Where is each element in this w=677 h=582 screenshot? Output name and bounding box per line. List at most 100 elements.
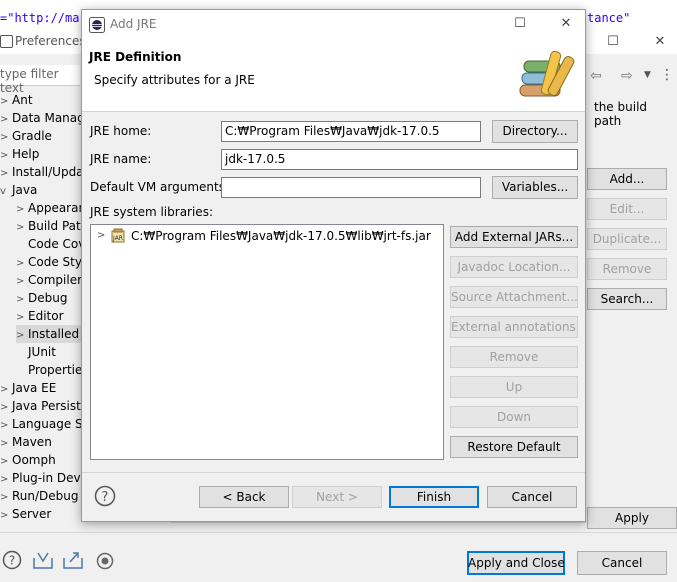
tree-item[interactable]: Code Cov (16, 235, 82, 253)
dialog-footer-divider (82, 472, 585, 473)
library-action-button[interactable]: Remove (450, 346, 578, 368)
tree-item[interactable]: >Language Se (0, 415, 82, 433)
libraries-list[interactable]: > JAR C:₩Program Files₩Java₩jdk-17.0.5₩l… (90, 224, 444, 460)
apply-and-close-button[interactable]: Apply and Close (467, 551, 565, 575)
tree-item-label: Appearan (28, 201, 82, 215)
tree-item[interactable]: > Help (0, 145, 39, 163)
tree-item-label: Properties (28, 363, 82, 377)
tree-item[interactable]: > Code Sty (16, 253, 82, 271)
tree-item[interactable]: > Installed . (16, 325, 82, 343)
library-action-button[interactable]: Up (450, 376, 578, 398)
tree-item[interactable]: > Java EE (0, 379, 56, 397)
tree-item[interactable]: > Plug-in Deve (0, 469, 82, 487)
library-action-button[interactable]: Javadoc Location... (450, 256, 578, 278)
tree-item[interactable]: > Editor (16, 307, 64, 325)
tree-item[interactable]: > Ant (0, 91, 33, 109)
tree-item-label: JUnit (28, 345, 56, 359)
tree-item[interactable]: > Server (0, 505, 51, 521)
tree-item-label: Maven (12, 435, 52, 449)
preferences-app-icon (0, 35, 13, 48)
jre-home-input[interactable]: C:₩Program Files₩Java₩jdk-17.0.5 (221, 121, 481, 142)
finish-button[interactable]: Finish (389, 486, 479, 508)
expand-arrow-icon[interactable]: > (0, 507, 12, 521)
forward-nav-icon[interactable]: ⇨ (621, 68, 633, 84)
expand-arrow-icon[interactable]: > (97, 227, 105, 245)
jre-side-button[interactable]: Search... (587, 288, 667, 310)
library-action-button[interactable]: Restore Default (450, 436, 578, 458)
library-action-button[interactable]: Add External JARs... (450, 226, 578, 248)
svg-text:?: ? (9, 554, 15, 568)
jre-side-button[interactable]: Remove (587, 258, 667, 280)
library-action-button[interactable]: External annotations... (450, 316, 578, 338)
filter-input[interactable]: type filter text (0, 65, 80, 95)
export-icon[interactable] (62, 550, 84, 570)
dialog-close-icon[interactable]: ✕ (556, 16, 576, 32)
variables-button[interactable]: Variables... (492, 176, 578, 199)
tree-item[interactable]: Properties (16, 361, 82, 379)
tree-item[interactable]: > Install/Updat (0, 163, 82, 181)
tree-item-label: Debug (28, 291, 68, 305)
tree-item-label: Language Se (12, 417, 82, 431)
jre-side-button[interactable]: Edit... (587, 198, 667, 220)
tree-item-label: Java Persiste (12, 399, 82, 413)
library-path: C:₩Program Files₩Java₩jdk-17.0.5₩lib₩jrt… (131, 229, 431, 243)
apply-button[interactable]: Apply (587, 507, 677, 529)
svg-text:?: ? (102, 490, 109, 505)
collapse-arrow-icon[interactable]: v (0, 183, 12, 201)
tree-item[interactable]: > Data Manag (0, 109, 82, 127)
background-code-right: tance" (587, 11, 631, 25)
help-icon[interactable]: ? (2, 550, 22, 570)
jre-name-input[interactable]: jdk-17.0.5 (221, 149, 578, 170)
library-books-icon (519, 50, 575, 97)
preferences-cancel-button[interactable]: Cancel (577, 551, 667, 575)
tree-item-label: Ant (12, 93, 33, 107)
tree-item[interactable]: v Java (0, 181, 37, 199)
dialog-maximize-icon[interactable]: ☐ (510, 16, 530, 32)
tree-item[interactable]: > Compiler (16, 271, 82, 289)
tree-item[interactable]: > Run/Debug (0, 487, 79, 505)
dialog-header: JRE Definition Specify attributes for a … (82, 39, 585, 112)
tree-item[interactable]: > Maven (0, 433, 52, 451)
back-button[interactable]: < Back (199, 486, 289, 508)
close-icon[interactable]: ✕ (650, 34, 670, 50)
next-button[interactable]: Next > (292, 486, 382, 508)
tree-item-label: Server (12, 507, 52, 521)
dialog-subtitle: Specify attributes for a JRE (94, 73, 255, 87)
tree-item-label: Data Manag (12, 111, 82, 125)
dialog-cancel-button[interactable]: Cancel (487, 486, 577, 508)
dialog-help-icon[interactable]: ? (94, 485, 116, 507)
maximize-icon[interactable]: ☐ (603, 34, 623, 50)
nav-dropdown-icon[interactable]: ▼ (644, 70, 651, 80)
tree-item[interactable]: > Java Persiste (0, 397, 82, 415)
system-libraries-label: JRE system libraries: (90, 205, 213, 219)
directory-button[interactable]: Directory... (492, 120, 578, 143)
tree-item[interactable]: > Oomph (0, 451, 56, 469)
import-icon[interactable] (32, 550, 54, 570)
jre-home-label: JRE home: (90, 124, 152, 138)
vm-arguments-input[interactable] (221, 177, 481, 198)
library-action-button[interactable]: Source Attachment... (450, 286, 578, 308)
jar-icon: JAR (111, 228, 125, 243)
tree-item[interactable]: > Appearan (16, 199, 82, 217)
dialog-title: Add JRE (110, 17, 157, 31)
jre-side-button[interactable]: Duplicate... (587, 228, 667, 250)
tree-item[interactable]: > Gradle (0, 127, 52, 145)
tree-item[interactable]: > Debug (16, 289, 67, 307)
right-panel-text: the build path (594, 100, 648, 128)
add-jre-dialog: Add JRE ☐ ✕ JRE Definition Specify attri… (81, 9, 586, 522)
tree-item-label: Help (12, 147, 40, 161)
jre-side-button[interactable]: Add... (587, 168, 667, 190)
tree-item[interactable]: >Build Path (16, 217, 82, 235)
tree-item-label: Oomph (12, 453, 56, 467)
back-nav-icon[interactable]: ⇦ (590, 68, 602, 84)
record-icon[interactable] (96, 552, 114, 570)
vm-arguments-label: Default VM arguments: (90, 180, 230, 194)
bottom-divider (0, 532, 677, 533)
tree-item[interactable]: JUnit (16, 343, 56, 361)
jre-name-label: JRE name: (90, 152, 152, 166)
tree-item-label: Gradle (12, 129, 52, 143)
tree-item-label: Code Cov (28, 237, 82, 251)
library-action-button[interactable]: Down (450, 406, 578, 428)
tree-item-label: Run/Debug (12, 489, 79, 503)
view-menu-icon[interactable]: ⋮ (660, 67, 674, 83)
